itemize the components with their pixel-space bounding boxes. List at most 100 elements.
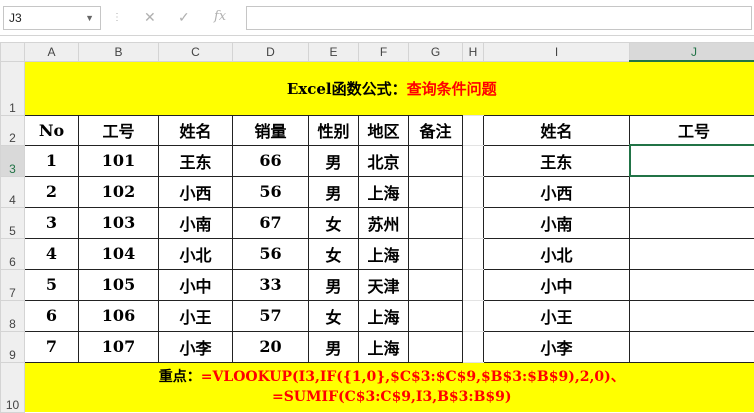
record-sales[interactable]: 67 — [233, 207, 309, 238]
header-no[interactable]: No — [25, 115, 79, 145]
header-lookup-name[interactable]: 姓名 — [484, 115, 630, 145]
record-remark[interactable] — [409, 269, 463, 300]
record-no[interactable]: 2 — [25, 176, 79, 207]
lookup-id[interactable] — [630, 207, 754, 238]
record-remark[interactable] — [409, 300, 463, 331]
record-region[interactable]: 北京 — [359, 145, 409, 176]
lookup-name[interactable]: 小西 — [484, 176, 630, 207]
record-no[interactable]: 5 — [25, 269, 79, 300]
record-name[interactable]: 小中 — [159, 269, 233, 300]
record-sales[interactable]: 66 — [233, 145, 309, 176]
record-id[interactable]: 102 — [79, 176, 159, 207]
header-lookup-id[interactable]: 工号 — [630, 115, 754, 145]
record-sales[interactable]: 56 — [233, 176, 309, 207]
row-header-6[interactable]: 6 — [1, 238, 25, 269]
lookup-name[interactable]: 小中 — [484, 269, 630, 300]
row-header-1[interactable]: 1 — [1, 61, 25, 115]
record-no[interactable]: 6 — [25, 300, 79, 331]
gap-cell[interactable] — [463, 269, 484, 300]
record-id[interactable]: 104 — [79, 238, 159, 269]
record-region[interactable]: 上海 — [359, 331, 409, 362]
record-id[interactable]: 103 — [79, 207, 159, 238]
row-header-4[interactable]: 4 — [1, 176, 25, 207]
lookup-id[interactable] — [630, 331, 754, 362]
record-gender[interactable]: 女 — [309, 300, 359, 331]
gap-cell[interactable] — [463, 145, 484, 176]
record-name[interactable]: 小北 — [159, 238, 233, 269]
record-name[interactable]: 王东 — [159, 145, 233, 176]
name-box[interactable]: J3 ▼ — [3, 6, 101, 30]
enter-icon[interactable]: ✓ — [178, 9, 190, 26]
lookup-id[interactable] — [630, 176, 754, 207]
header-gender[interactable]: 性别 — [309, 115, 359, 145]
record-region[interactable]: 苏州 — [359, 207, 409, 238]
header-remark[interactable]: 备注 — [409, 115, 463, 145]
record-region[interactable]: 上海 — [359, 176, 409, 207]
row-header-9[interactable]: 9 — [1, 331, 25, 362]
record-no[interactable]: 3 — [25, 207, 79, 238]
record-remark[interactable] — [409, 331, 463, 362]
row-header-5[interactable]: 5 — [1, 207, 25, 238]
title-cell[interactable]: Excel函数公式：查询条件问题 — [25, 61, 754, 115]
row-header-2[interactable]: 2 — [1, 115, 25, 145]
record-gender[interactable]: 女 — [309, 238, 359, 269]
gap-cell[interactable] — [463, 331, 484, 362]
lookup-id[interactable] — [630, 300, 754, 331]
record-gender[interactable]: 男 — [309, 331, 359, 362]
row-header-10[interactable]: 10 — [1, 362, 25, 412]
lookup-name[interactable]: 小王 — [484, 300, 630, 331]
record-region[interactable]: 上海 — [359, 300, 409, 331]
record-id[interactable]: 106 — [79, 300, 159, 331]
column-header-b[interactable]: B — [79, 43, 159, 62]
column-header-e[interactable]: E — [309, 43, 359, 62]
column-header-i[interactable]: I — [484, 43, 630, 62]
lookup-name[interactable]: 小南 — [484, 207, 630, 238]
header-id[interactable]: 工号 — [79, 115, 159, 145]
column-header-j[interactable]: J — [630, 43, 754, 62]
cancel-icon[interactable]: ✕ — [144, 9, 156, 26]
gap-cell[interactable] — [463, 115, 484, 145]
record-gender[interactable]: 女 — [309, 207, 359, 238]
gap-cell[interactable] — [463, 207, 484, 238]
record-name[interactable]: 小南 — [159, 207, 233, 238]
record-name[interactable]: 小李 — [159, 331, 233, 362]
record-sales[interactable]: 20 — [233, 331, 309, 362]
gap-cell[interactable] — [463, 238, 484, 269]
active-cell-j3[interactable] — [630, 145, 754, 176]
record-id[interactable]: 101 — [79, 145, 159, 176]
lookup-name[interactable]: 小李 — [484, 331, 630, 362]
column-header-a[interactable]: A — [25, 43, 79, 62]
function-icon[interactable]: fx — [214, 9, 226, 24]
header-region[interactable]: 地区 — [359, 115, 409, 145]
header-name[interactable]: 姓名 — [159, 115, 233, 145]
chevron-down-icon[interactable]: ▼ — [85, 7, 94, 29]
record-no[interactable]: 1 — [25, 145, 79, 176]
more-options-icon[interactable]: ⋮ — [112, 12, 122, 23]
record-id[interactable]: 105 — [79, 269, 159, 300]
record-region[interactable]: 上海 — [359, 238, 409, 269]
select-all-corner[interactable] — [1, 43, 25, 62]
record-remark[interactable] — [409, 207, 463, 238]
record-sales[interactable]: 56 — [233, 238, 309, 269]
record-region[interactable]: 天津 — [359, 269, 409, 300]
lookup-id[interactable] — [630, 238, 754, 269]
record-no[interactable]: 4 — [25, 238, 79, 269]
record-name[interactable]: 小王 — [159, 300, 233, 331]
record-gender[interactable]: 男 — [309, 176, 359, 207]
formula-input[interactable] — [246, 6, 752, 30]
record-gender[interactable]: 男 — [309, 269, 359, 300]
row-header-8[interactable]: 8 — [1, 300, 25, 331]
record-no[interactable]: 7 — [25, 331, 79, 362]
gap-cell[interactable] — [463, 300, 484, 331]
record-remark[interactable] — [409, 176, 463, 207]
column-header-c[interactable]: C — [159, 43, 233, 62]
column-header-f[interactable]: F — [359, 43, 409, 62]
column-header-h[interactable]: H — [463, 43, 484, 62]
column-header-g[interactable]: G — [409, 43, 463, 62]
row-header-3[interactable]: 3 — [1, 145, 25, 176]
note-cell[interactable]: 重点：=VLOOKUP(I3,IF({1,0},$C$3:$C$9,$B$3:$… — [25, 362, 754, 412]
lookup-name[interactable]: 小北 — [484, 238, 630, 269]
row-header-7[interactable]: 7 — [1, 269, 25, 300]
gap-cell[interactable] — [463, 176, 484, 207]
record-sales[interactable]: 57 — [233, 300, 309, 331]
